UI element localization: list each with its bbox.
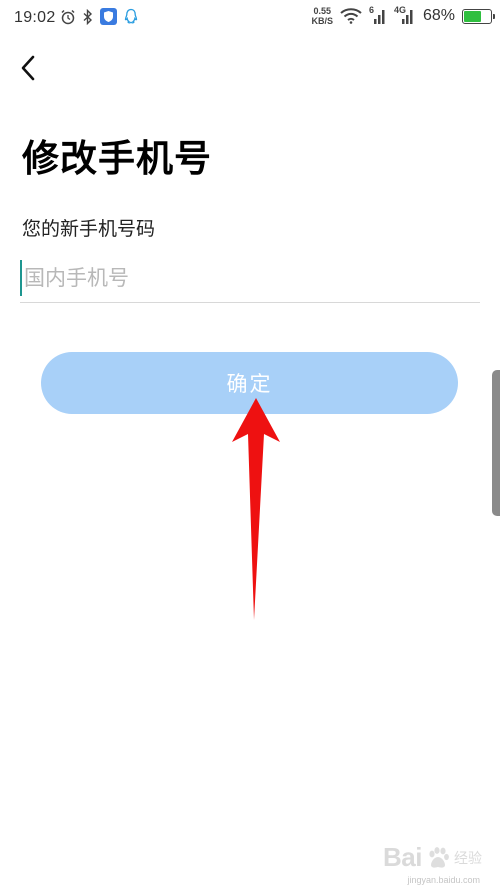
phone-input-container (20, 256, 480, 303)
chevron-left-icon (21, 55, 35, 81)
paw-logo-icon (429, 846, 449, 868)
battery-percent: 68% (422, 7, 455, 24)
status-bar: 19:02 0.55 KB/S 6 4G 68% (0, 0, 500, 36)
watermark-brand: Bai (383, 842, 422, 872)
watermark-suffix: 经验 (454, 850, 482, 867)
text-cursor (20, 260, 22, 296)
signal-indicator-1: 6 (369, 5, 387, 25)
status-system-icons: 0.55 KB/S 6 4G 68% (311, 5, 495, 26)
red-arrow-annotation (232, 398, 280, 620)
phone-field-label: 您的新手机号码 (22, 218, 156, 240)
edge-scroll-handle[interactable] (492, 370, 500, 516)
status-time: 19:02 (14, 9, 56, 26)
qq-icon (124, 8, 138, 24)
battery-level-fill (464, 10, 481, 22)
watermark-domain: jingyan.baidu.com (407, 875, 480, 885)
network-speed: 0.55 KB/S (311, 6, 333, 26)
wifi-icon (340, 8, 362, 24)
shield-app-icon (100, 8, 117, 25)
page-title: 修改手机号 (22, 137, 212, 180)
net-speed-value: 0.55 (313, 6, 331, 16)
status-notification-icons (60, 8, 139, 25)
phone-input[interactable] (24, 256, 474, 300)
net-speed-unit: KB/S (311, 16, 333, 26)
alarm-icon (61, 9, 75, 24)
signal-icon (373, 10, 385, 24)
signal-indicator-2: 4G (394, 5, 416, 25)
baidu-watermark: Bai 经验 (383, 842, 482, 873)
back-button[interactable] (10, 50, 46, 86)
battery-icon (462, 8, 495, 24)
signal-icon (401, 10, 413, 24)
bluetooth-icon (83, 8, 93, 25)
